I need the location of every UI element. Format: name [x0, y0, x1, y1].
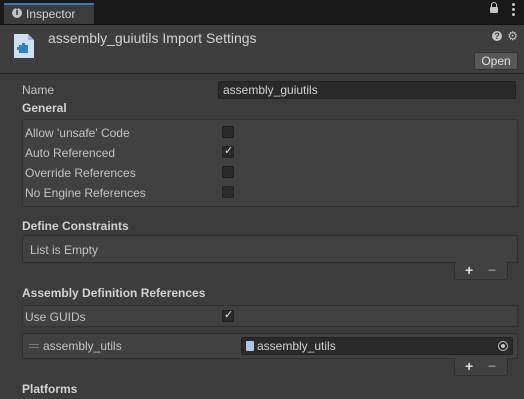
use-guids-checkbox[interactable]: ✓ [222, 308, 234, 322]
object-field-value: assembly_utils [257, 339, 336, 353]
assembly-references-list: assembly_utils assembly_utils [22, 333, 518, 359]
use-guids-row [22, 305, 518, 327]
tab-label: Inspector [26, 7, 76, 21]
add-reference-button[interactable]: + [465, 358, 473, 374]
name-label: Name [22, 83, 55, 97]
remove-reference-button[interactable]: − [488, 358, 496, 374]
object-picker-icon[interactable] [498, 341, 508, 351]
general-section-title: General [22, 101, 67, 115]
assembly-definition-icon [246, 341, 254, 351]
allow-unsafe-label: Allow 'unsafe' Code [25, 126, 130, 140]
name-field[interactable]: assembly_guiutils [218, 81, 516, 99]
add-constraint-button[interactable]: + [465, 262, 473, 278]
inspector-content: assembly_guiutils Import Settings ? ⚙ Op… [0, 25, 524, 399]
object-field[interactable]: assembly_utils [241, 337, 513, 355]
inspector-header: assembly_guiutils Import Settings ? ⚙ Op… [0, 25, 524, 74]
allow-unsafe-checkbox[interactable] [222, 126, 234, 138]
info-icon: i [12, 8, 22, 18]
gear-icon[interactable]: ⚙ [507, 30, 518, 42]
empty-list-text: List is Empty [30, 243, 99, 257]
platforms-title: Platforms [22, 382, 78, 396]
use-guids-label: Use GUIDs [25, 310, 86, 324]
check-icon: ✓ [224, 308, 234, 321]
auto-referenced-checkbox[interactable]: ✓ [222, 144, 234, 158]
more-options-icon[interactable] [512, 3, 516, 18]
remove-constraint-button[interactable]: − [488, 262, 496, 278]
assembly-references-footer: + − [454, 358, 508, 376]
page-title: assembly_guiutils Import Settings [48, 30, 257, 46]
open-button[interactable]: Open [474, 52, 518, 70]
drag-handle-icon[interactable] [29, 344, 39, 348]
lock-icon[interactable] [490, 2, 498, 13]
no-engine-references-label: No Engine References [25, 186, 146, 200]
auto-referenced-label: Auto Referenced [25, 146, 116, 160]
check-icon: ✓ [224, 144, 234, 157]
assembly-definition-icon [14, 34, 34, 58]
no-engine-references-checkbox[interactable] [222, 186, 234, 198]
define-constraints-title: Define Constraints [22, 219, 129, 233]
list-item-label: assembly_utils [43, 339, 122, 353]
override-references-checkbox[interactable] [222, 166, 234, 178]
define-constraints-list: List is Empty [22, 235, 518, 263]
tab-bar: i Inspector [0, 0, 524, 25]
tab-inspector[interactable]: i Inspector [4, 3, 94, 24]
assembly-references-title: Assembly Definition References [22, 286, 206, 300]
help-icon[interactable]: ? [492, 31, 502, 41]
define-constraints-footer: + − [454, 262, 508, 280]
override-references-label: Override References [25, 166, 136, 180]
